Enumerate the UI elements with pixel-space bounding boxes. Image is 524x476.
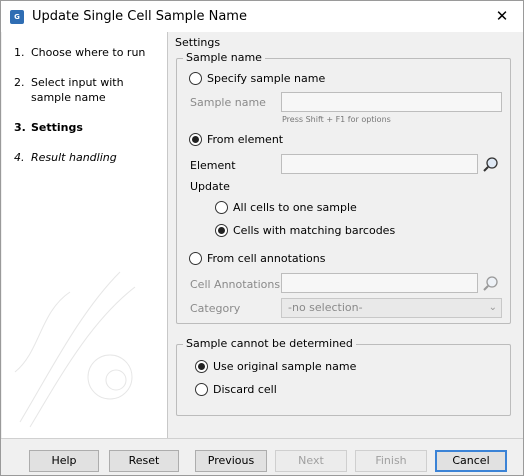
category-select[interactable]: -no selection- ⌄ [281, 298, 502, 318]
sample-name-hint: Press Shift + F1 for options [282, 115, 391, 124]
window-title: Update Single Cell Sample Name [32, 9, 247, 24]
step-number: 1. [14, 46, 25, 59]
browse-element-icon[interactable] [482, 156, 500, 174]
update-label: Update [190, 180, 230, 193]
step-number: 4. [14, 151, 25, 164]
from-element-label: From element [207, 133, 284, 146]
use-original-sample-name-radio[interactable] [195, 360, 208, 373]
from-cell-annotations-radio[interactable] [189, 252, 202, 265]
finish-button[interactable]: Finish [355, 450, 427, 472]
from-cell-annotations-label: From cell annotations [207, 252, 326, 265]
wizard-steps-panel: 1. Choose where to run 2. Select input w… [2, 32, 168, 438]
step-label: Choose where to run [31, 46, 146, 59]
sample-name-group-title: Sample name [183, 51, 265, 64]
step-number: 3. [14, 121, 26, 134]
discard-cell-label: Discard cell [213, 383, 277, 396]
from-element-radio[interactable] [189, 133, 202, 146]
close-icon: ✕ [495, 7, 509, 25]
next-button[interactable]: Next [275, 450, 347, 472]
step-label: Select input with sample name [31, 76, 124, 104]
sample-name-group: Sample name Specify sample name Sample n… [176, 51, 511, 324]
category-selected-value: -no selection- [288, 301, 363, 314]
app-icon: G [10, 10, 24, 24]
title-bar: G Update Single Cell Sample Name ✕ [1, 1, 523, 32]
sample-undetermined-group: Sample cannot be determined Use original… [176, 337, 511, 416]
all-cells-one-sample-label: All cells to one sample [233, 201, 357, 214]
step-number: 2. [14, 76, 25, 89]
sample-name-label: Sample name [190, 96, 266, 109]
cells-matching-barcodes-label: Cells with matching barcodes [233, 224, 396, 237]
step-label: Result handling [31, 151, 117, 164]
sample-name-input[interactable] [281, 92, 502, 112]
settings-section-label: Settings [175, 36, 221, 49]
dialog-window: G Update Single Cell Sample Name ✕ 1. Ch… [0, 0, 524, 476]
specify-sample-name-radio[interactable] [189, 72, 202, 85]
all-cells-one-sample-radio[interactable] [215, 201, 228, 214]
close-button[interactable]: ✕ [487, 4, 517, 28]
use-original-sample-name-label: Use original sample name [213, 360, 357, 373]
cancel-button[interactable]: Cancel [435, 450, 507, 472]
previous-button[interactable]: Previous [195, 450, 267, 472]
category-label: Category [190, 302, 241, 315]
sample-undetermined-group-title: Sample cannot be determined [183, 337, 356, 350]
reset-button[interactable]: Reset [109, 450, 179, 472]
dialog-footer: Help Reset Previous Next Finish Cancel [1, 438, 523, 475]
decorative-watermark-icon [14, 271, 136, 428]
cell-annotations-input[interactable] [281, 273, 478, 293]
chevron-down-icon: ⌄ [488, 302, 497, 313]
browse-annotations-icon[interactable] [482, 275, 500, 293]
cells-matching-barcodes-radio[interactable] [215, 224, 228, 237]
help-button[interactable]: Help [29, 450, 99, 472]
step-label: Settings [31, 121, 83, 134]
specify-sample-name-label: Specify sample name [207, 72, 326, 85]
discard-cell-radio[interactable] [195, 383, 208, 396]
element-label: Element [190, 159, 236, 172]
element-input[interactable] [281, 154, 478, 174]
cell-annotations-label: Cell Annotations [190, 278, 281, 291]
